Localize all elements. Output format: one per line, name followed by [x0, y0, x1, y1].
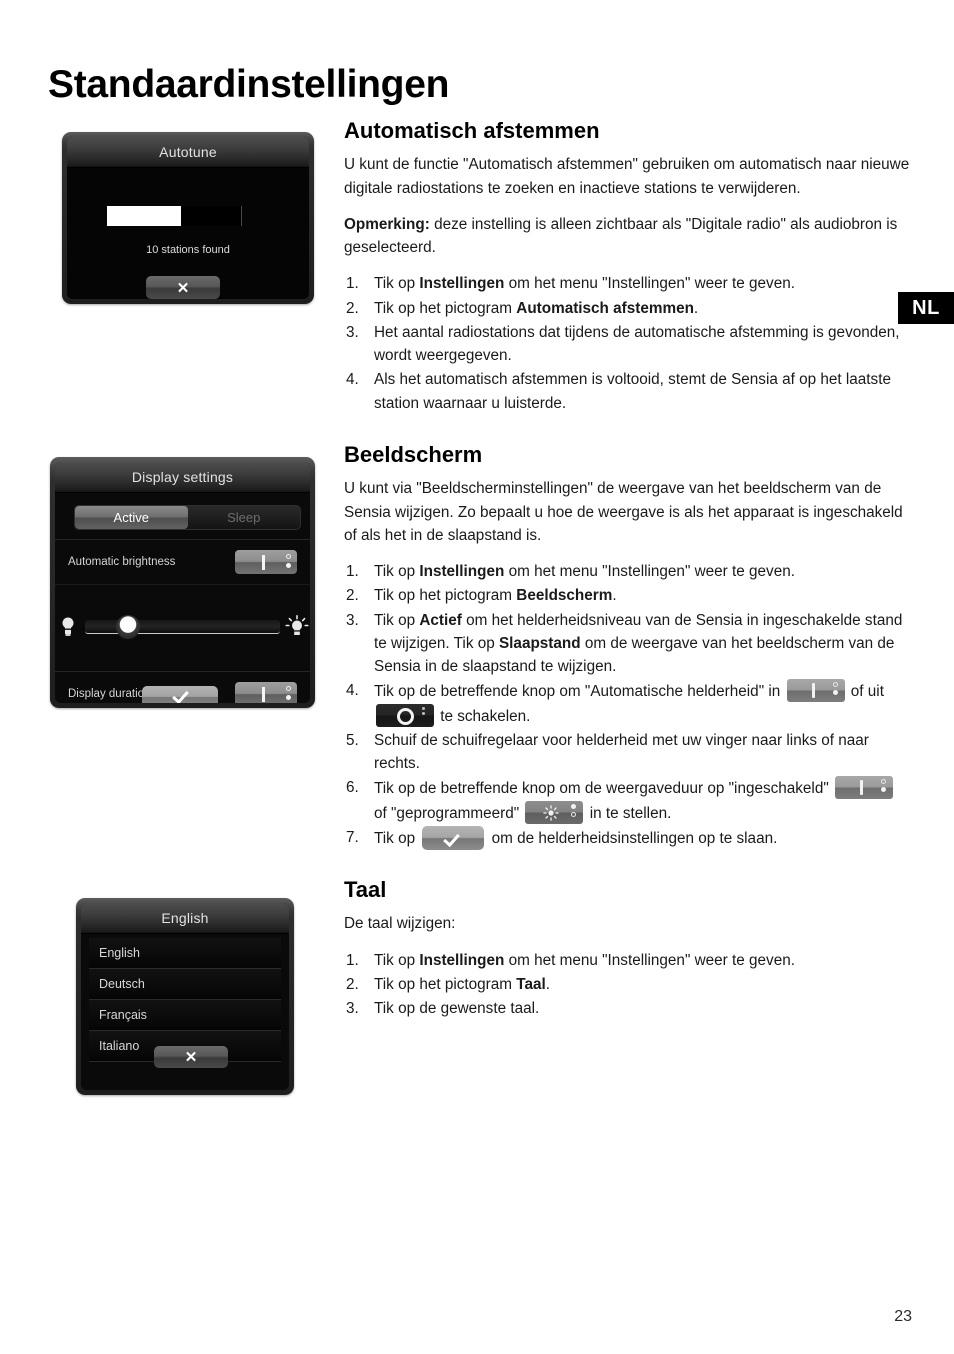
step-item: Tik op Instellingen om het menu "Instell… [346, 949, 795, 973]
section-paragraph: U kunt via "Beeldscherminstellingen" de … [344, 480, 903, 544]
section-paragraph: De taal wijzigen: [344, 915, 456, 933]
autotune-body: 10 stations found ✕ [67, 168, 309, 299]
section-paragraph: Opmerking: deze instelling is alleen zic… [344, 215, 898, 257]
step-item: Tik op het pictogram Taal. [346, 973, 550, 997]
language-title: English [81, 903, 289, 934]
autotune-screen: Autotune 10 stations found ✕ [67, 137, 309, 299]
toggle-on-icon [835, 776, 894, 800]
display-settings-screenshot: Display settings Active Sleep Automatic … [50, 457, 315, 708]
language-screenshot: English English Deutsch Français Italian… [76, 898, 294, 1095]
autotune-progress-fill [107, 206, 181, 226]
step-item: Tik op Instellingen om het menu "Instell… [346, 272, 795, 296]
step-list-beeldscherm: Tik op Instellingen om het menu "Instell… [344, 560, 910, 850]
step-item: Tik op het pictogram Automatisch afstemm… [346, 297, 699, 321]
automatic-brightness-toggle[interactable] [235, 550, 297, 574]
autotune-progress-bar [107, 206, 242, 226]
autotune-title: Autotune [67, 137, 309, 168]
toggle-bar-icon [860, 780, 864, 796]
list-item[interactable]: English [89, 938, 281, 969]
toggle-dots-icon [571, 803, 578, 821]
screenshot-column: Autotune 10 stations found ✕ Display set… [0, 0, 340, 1354]
step-item: Tik op het pictogram Beeldscherm. [346, 584, 617, 608]
automatic-brightness-label: Automatic brightness [68, 556, 176, 568]
toggle-on-icon [786, 679, 845, 703]
brightness-slider-track[interactable] [85, 614, 280, 639]
dim-bulb-icon [55, 616, 81, 638]
toggle-dots-icon [286, 554, 291, 572]
tab-active[interactable]: Active [75, 506, 188, 529]
list-item[interactable]: Deutsch [89, 969, 281, 1000]
bright-bulb-icon [284, 615, 310, 639]
body-text-column: Automatisch afstemmen U kunt de functie "… [344, 118, 910, 1024]
step-item: Schuif de schuifregelaar voor helderheid… [346, 729, 869, 773]
language-close-button[interactable]: ✕ [154, 1046, 228, 1068]
step-item: Tik op de betreffende knop om "Automatis… [344, 679, 910, 728]
display-duration-toggle[interactable] [235, 682, 297, 703]
step-item: Tik op Instellingen om het menu "Instell… [346, 560, 795, 584]
step-item: Het aantal radiostations dat tijdens de … [346, 321, 900, 365]
row-automatic-brightness: Automatic brightness [55, 539, 310, 585]
section-heading-taal: Taal [344, 877, 387, 903]
toggle-off-icon [376, 703, 434, 727]
step-item: Tik op Actief om het helderheidsniveau v… [346, 609, 903, 676]
display-duration-label: Display duration [68, 688, 151, 700]
autotune-status-text: 10 stations found [146, 244, 230, 256]
toggle-dots-icon [286, 686, 291, 703]
toggle-dots-icon [422, 706, 429, 724]
display-settings-title: Display settings [55, 462, 310, 493]
display-settings-screen: Display settings Active Sleep Automatic … [55, 462, 310, 703]
confirm-check-icon [422, 825, 485, 850]
toggle-dots-icon [881, 779, 888, 796]
step-list-taal: Tik op Instellingen om het menu "Instell… [344, 949, 910, 1021]
section-heading-beeldscherm: Beeldscherm [344, 441, 483, 467]
toggle-bar-icon [262, 555, 265, 570]
toggle-circle-icon [397, 707, 414, 725]
sun-rays-icon [543, 804, 560, 821]
brightness-slider-row [55, 585, 310, 669]
language-screen: English English Deutsch Français Italian… [81, 903, 289, 1090]
autotune-screenshot: Autotune 10 stations found ✕ [62, 132, 314, 304]
display-mode-tabs: Active Sleep [74, 505, 301, 530]
step-item: Tik op om de helderheidsinstellingen op … [344, 825, 910, 850]
tab-sleep[interactable]: Sleep [188, 506, 301, 529]
manual-page: Standaardinstellingen NL Autotune 10 sta… [0, 0, 954, 1354]
display-settings-body: Active Sleep Automatic brightness Displa… [55, 493, 310, 703]
step-item: Tik op de betreffende knop om de weergav… [344, 776, 910, 825]
display-settings-confirm-button[interactable] [142, 686, 218, 703]
toggle-bar-icon [811, 683, 815, 699]
step-item: Tik op de gewenste taal. [346, 997, 540, 1021]
step-list-autotune: Tik op Instellingen om het menu "Instell… [344, 272, 910, 415]
brightness-slider-knob[interactable] [115, 614, 140, 639]
autotune-close-button[interactable]: ✕ [146, 276, 220, 299]
section-paragraph: U kunt de functie "Automatisch afstemmen… [344, 156, 910, 197]
list-item[interactable]: Français [89, 1000, 281, 1031]
toggle-dots-icon [832, 682, 840, 699]
toggle-bar-icon [262, 687, 265, 702]
toggle-scheduled-icon [525, 800, 584, 824]
section-heading-autotune: Automatisch afstemmen [344, 118, 600, 143]
page-number: 23 [894, 1308, 912, 1325]
step-item: Als het automatisch afstemmen is voltooi… [346, 368, 891, 412]
